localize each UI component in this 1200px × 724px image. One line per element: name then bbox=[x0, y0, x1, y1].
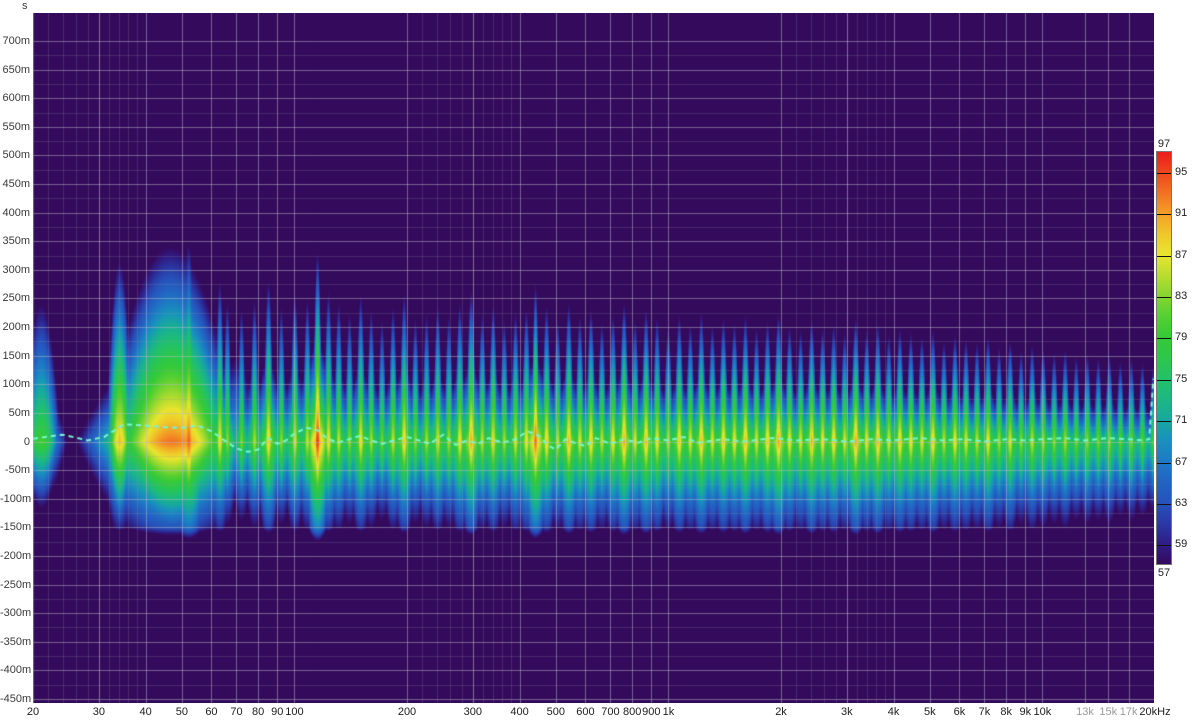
y-tick-label: 0 bbox=[0, 436, 30, 448]
colorbar-tick bbox=[1157, 173, 1171, 174]
x-tick-label: 2k bbox=[775, 706, 787, 718]
x-tick-label: 8k bbox=[1000, 706, 1012, 718]
x-tick-label: 70 bbox=[230, 706, 242, 718]
x-tick-label: 3k bbox=[841, 706, 853, 718]
y-tick-label: 400m bbox=[0, 207, 30, 219]
colorbar-tick-label: 79 bbox=[1175, 331, 1187, 343]
colorbar-tick-label: 83 bbox=[1175, 290, 1187, 302]
x-tick-label: 15k bbox=[1099, 706, 1117, 718]
y-tick-label: 50m bbox=[0, 407, 30, 419]
colorbar-tick bbox=[1157, 338, 1171, 339]
x-tick-label: 7k bbox=[979, 706, 991, 718]
y-axis-unit-label: s bbox=[22, 0, 28, 12]
x-tick-label: 90 bbox=[271, 706, 283, 718]
y-tick-label: 100m bbox=[0, 378, 30, 390]
colorbar-tick bbox=[1157, 504, 1171, 505]
x-tick-label: 13k bbox=[1076, 706, 1094, 718]
y-tick-label: 500m bbox=[0, 149, 30, 161]
y-tick-label: -450m bbox=[0, 693, 30, 705]
colorbar-min-label: 57 bbox=[1150, 567, 1178, 579]
y-tick-label: -50m bbox=[0, 464, 30, 476]
y-tick-label: 200m bbox=[0, 321, 30, 333]
y-tick-label: -100m bbox=[0, 493, 30, 505]
y-tick-label: 250m bbox=[0, 292, 30, 304]
y-tick-label: -400m bbox=[0, 664, 30, 676]
x-tick-label: 20 bbox=[27, 706, 39, 718]
y-tick-label: 650m bbox=[0, 64, 30, 76]
x-tick-label: 6k bbox=[954, 706, 966, 718]
x-tick-label: 900 bbox=[642, 706, 660, 718]
x-tick-label: 30 bbox=[93, 706, 105, 718]
x-tick-label: 40 bbox=[139, 706, 151, 718]
x-tick-label: 800 bbox=[623, 706, 641, 718]
y-tick-label: -200m bbox=[0, 550, 30, 562]
y-tick-label: 350m bbox=[0, 235, 30, 247]
y-tick-label: -350m bbox=[0, 636, 30, 648]
x-tick-label: 1k bbox=[663, 706, 675, 718]
colorbar-tick bbox=[1157, 463, 1171, 464]
x-tick-label: 17k bbox=[1120, 706, 1138, 718]
colorbar-tick bbox=[1157, 214, 1171, 215]
y-tick-label: 150m bbox=[0, 350, 30, 362]
x-tick-label: 300 bbox=[464, 706, 482, 718]
colorbar-tick-label: 87 bbox=[1175, 249, 1187, 261]
x-tick-label: 80 bbox=[252, 706, 264, 718]
y-tick-label: 550m bbox=[0, 121, 30, 133]
color-scale-legend bbox=[1156, 151, 1172, 565]
x-tick-label: 400 bbox=[510, 706, 528, 718]
colorbar-tick bbox=[1157, 256, 1171, 257]
colorbar-tick-label: 63 bbox=[1175, 497, 1187, 509]
x-tick-label: 50 bbox=[176, 706, 188, 718]
y-tick-label: -300m bbox=[0, 607, 30, 619]
colorbar-tick bbox=[1157, 297, 1171, 298]
x-tick-label: 600 bbox=[576, 706, 594, 718]
colorbar-tick-label: 95 bbox=[1175, 166, 1187, 178]
x-tick-label: 700 bbox=[601, 706, 619, 718]
x-tick-label: 4k bbox=[888, 706, 900, 718]
y-tick-label: -150m bbox=[0, 521, 30, 533]
colorbar-tick bbox=[1157, 545, 1171, 546]
colorbar-tick-label: 67 bbox=[1175, 456, 1187, 468]
y-tick-label: 300m bbox=[0, 264, 30, 276]
colorbar-tick-label: 91 bbox=[1175, 207, 1187, 219]
x-tick-label: 20kHz bbox=[1139, 706, 1170, 718]
y-tick-label: 700m bbox=[0, 35, 30, 47]
y-tick-label: 600m bbox=[0, 92, 30, 104]
x-tick-label: 10k bbox=[1034, 706, 1052, 718]
colorbar-tick bbox=[1157, 421, 1171, 422]
colorbar-tick bbox=[1157, 380, 1171, 381]
colorbar-tick-label: 71 bbox=[1175, 414, 1187, 426]
x-tick-label: 5k bbox=[924, 706, 936, 718]
x-tick-label: 9k bbox=[1019, 706, 1031, 718]
x-tick-label: 500 bbox=[547, 706, 565, 718]
y-tick-label: -250m bbox=[0, 579, 30, 591]
x-tick-label: 100 bbox=[285, 706, 303, 718]
x-tick-label: 200 bbox=[398, 706, 416, 718]
spectrogram-plot-canvas[interactable] bbox=[33, 13, 1154, 703]
spectrogram-window: s 700m 650m 600m 550m 500m 450m 400m 350m 300m 25… bbox=[0, 0, 1200, 724]
x-tick-label: 60 bbox=[205, 706, 217, 718]
colorbar-max-label: 97 bbox=[1150, 138, 1178, 150]
colorbar-tick-label: 59 bbox=[1175, 538, 1187, 550]
colorbar-tick-label: 75 bbox=[1175, 373, 1187, 385]
y-tick-label: 450m bbox=[0, 178, 30, 190]
